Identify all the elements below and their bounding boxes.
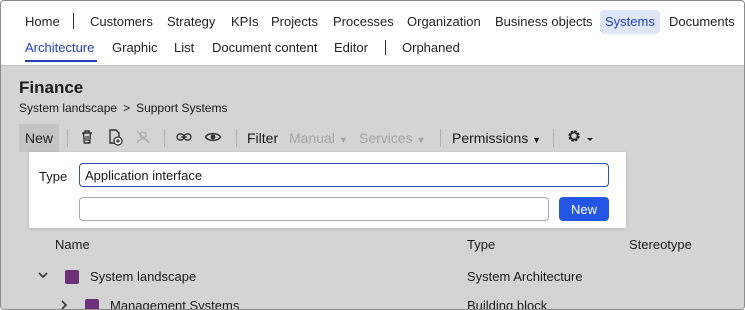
services-dropdown: Services ▼ [359, 130, 426, 146]
row-name[interactable]: Management Systems [110, 298, 239, 309]
tab-divider [385, 40, 386, 55]
toolbar-divider [67, 129, 68, 147]
nav-item-strategy[interactable]: Strategy [167, 14, 215, 29]
tab-list[interactable]: List [174, 40, 194, 55]
nav-item-kpis[interactable]: KPIs [231, 14, 258, 29]
new-button[interactable]: New [19, 124, 59, 152]
divider [1, 65, 744, 66]
trash-icon[interactable] [78, 128, 96, 146]
nav-item-systems[interactable]: Systems [600, 10, 660, 34]
settings-menu[interactable] [565, 128, 597, 146]
expand-chevron-icon[interactable] [59, 299, 69, 309]
add-document-icon[interactable] [106, 128, 124, 146]
column-header-stereotype[interactable]: Stereotype [629, 237, 692, 252]
nav-item-projects[interactable]: Projects [271, 14, 318, 29]
toolbar-divider [164, 129, 165, 147]
permissions-label: Permissions [452, 130, 529, 146]
toolbar-divider [553, 129, 554, 147]
tab-orphaned[interactable]: Orphaned [402, 40, 460, 55]
breadcrumb-separator: > [123, 101, 131, 115]
collapse-chevron-icon[interactable] [38, 269, 48, 283]
main-navigation: Home Customers Strategy KPIs Projects Pr… [1, 1, 744, 35]
toolbar: New Filter Manual ▼ Services ▼ Permissio… [1, 124, 744, 152]
disabled-user-icon [134, 128, 152, 146]
nav-item-customers[interactable]: Customers [90, 14, 153, 29]
tab-document-content[interactable]: Document content [212, 40, 318, 55]
toolbar-divider [440, 129, 441, 147]
chevron-down-icon: ▼ [532, 135, 542, 145]
system-object-icon [85, 299, 99, 309]
nav-item-business-objects[interactable]: Business objects [495, 14, 593, 29]
nav-item-documents[interactable]: Documents [669, 14, 735, 29]
manual-label: Manual [289, 130, 335, 146]
column-header-name[interactable]: Name [55, 237, 90, 252]
page-title: Finance [19, 78, 84, 97]
system-object-icon [65, 270, 79, 284]
gear-icon [568, 130, 580, 142]
tab-editor[interactable]: Editor [334, 40, 368, 55]
nav-divider [73, 13, 74, 29]
column-header-type[interactable]: Type [467, 237, 495, 252]
chevron-down-icon: ▼ [416, 135, 426, 145]
row-type: Building block [467, 298, 548, 310]
row-name[interactable]: System landscape [90, 269, 196, 284]
active-tab-indicator [25, 60, 97, 62]
type-input[interactable] [79, 163, 609, 187]
row-type: System Architecture [467, 269, 583, 284]
chevron-down-icon: ▼ [338, 135, 348, 145]
type-label: Type [39, 169, 68, 184]
new-object-popup: Type New [29, 152, 626, 228]
toolbar-divider [236, 129, 237, 147]
name-input[interactable] [79, 197, 549, 221]
breadcrumb-item-support-systems[interactable]: Support Systems [136, 101, 227, 115]
link-icon[interactable] [175, 128, 193, 146]
breadcrumb: System landscape > Support Systems [19, 101, 233, 115]
services-label: Services [359, 130, 413, 146]
breadcrumb-item-system-landscape[interactable]: System landscape [19, 101, 117, 115]
nav-item-organization[interactable]: Organization [407, 14, 481, 29]
tab-graphic[interactable]: Graphic [112, 40, 158, 55]
manual-dropdown: Manual ▼ [289, 130, 348, 146]
nav-item-home[interactable]: Home [25, 14, 60, 29]
filter-button[interactable]: Filter [247, 130, 278, 146]
app-window: Home Customers Strategy KPIs Projects Pr… [0, 0, 745, 310]
eye-icon[interactable] [204, 128, 222, 146]
sub-navigation: Architecture Graphic List Document conte… [1, 35, 744, 65]
permissions-dropdown[interactable]: Permissions ▼ [452, 130, 541, 146]
nav-item-processes[interactable]: Processes [333, 14, 394, 29]
create-new-button[interactable]: New [559, 197, 609, 221]
tab-architecture[interactable]: Architecture [25, 40, 94, 55]
